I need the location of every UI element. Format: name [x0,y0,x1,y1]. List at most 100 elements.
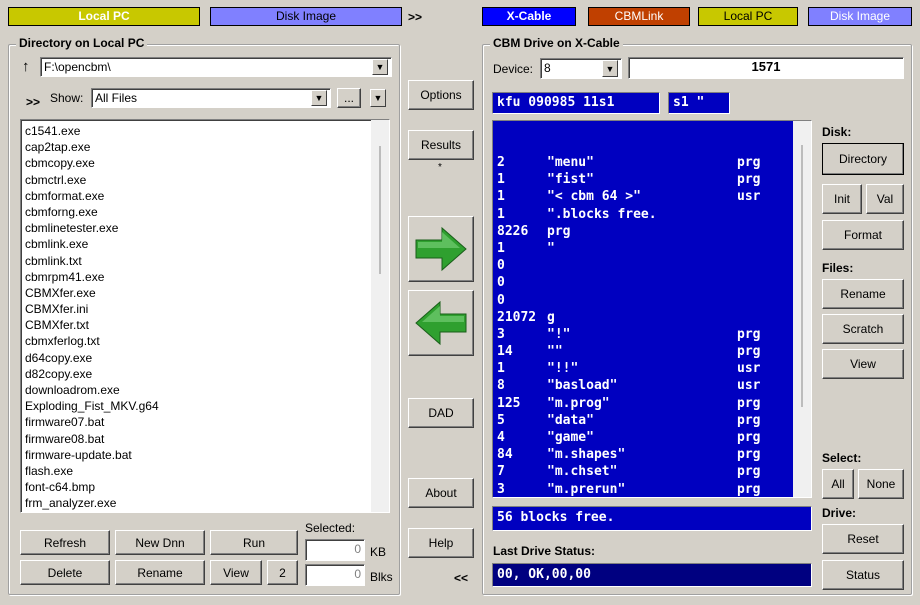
cbm-dir-entry[interactable]: 3 "m.prerun" prg [493,481,811,497]
list-item[interactable]: CBMXfer.txt [21,317,389,333]
cbm-dir-entry[interactable]: 125 "m.prog" prg [493,395,811,412]
show-filter-combo[interactable]: All Files [91,88,331,108]
right-local-pc-mode[interactable]: Local PC [698,7,798,26]
view-cbm-button[interactable]: View [822,349,904,379]
dad-button[interactable]: DAD [408,398,474,428]
list-item[interactable]: cbmlinetester.exe [21,220,389,236]
collapse-arrow[interactable]: << [454,571,468,585]
scrollbar-thumb[interactable] [379,146,381,274]
entry-blocks: 4 [497,430,505,445]
cbm-dir-entry[interactable]: 0 [493,292,811,309]
directory-button[interactable]: Directory [822,143,904,175]
local-list-scrollbar[interactable] [371,120,389,512]
entry-name: "!" [547,326,571,342]
list-item[interactable]: cbmrpm41.exe [21,269,389,285]
left-disk-image-mode[interactable]: Disk Image [210,7,402,26]
local-file-list[interactable]: c1541.exe cap2tap.exe cbmcopy.exe cbmctrl.e… [20,119,390,513]
about-button[interactable]: About [408,478,474,508]
format-button[interactable]: Format [822,220,904,250]
rename-cbm-button[interactable]: Rename [822,279,904,309]
list-item[interactable]: firmware08.bat [21,431,389,447]
cbm-dir-entry[interactable]: 3 "!" prg [493,326,811,343]
chevron-down-icon[interactable]: ▼ [370,89,386,107]
up-arrow-icon[interactable]: ↑ [22,58,30,75]
swap-panels-arrow[interactable]: >> [408,10,422,24]
list-item[interactable]: font-c64.bmp [21,479,389,495]
view-mode-2-button[interactable]: 2 [267,560,298,585]
cbm-dir-entry[interactable]: 1 "!!" usr [493,360,811,377]
cbm-dir-entry[interactable]: 14 "" prg [493,343,811,360]
list-item[interactable]: cbmctrl.exe [21,172,389,188]
local-path-combo[interactable]: F:\opencbm\ [40,57,392,77]
entry-blocks: 3 [497,326,505,342]
list-item[interactable]: cbmformat.exe [21,188,389,204]
select-none-button[interactable]: None [858,469,904,499]
copy-right-button[interactable] [408,216,474,282]
refresh-button[interactable]: Refresh [20,530,110,555]
help-button[interactable]: Help [408,528,474,558]
left-local-pc-mode[interactable]: Local PC [8,7,200,26]
expand-local-arrow[interactable]: >> [26,95,40,109]
cbm-dir-entry[interactable]: 0 [493,274,811,291]
list-item[interactable]: cbmxferlog.txt [21,333,389,349]
cbm-dir-entry[interactable]: 21072 g [493,309,811,326]
chevron-down-icon[interactable]: ▼ [602,60,618,77]
list-item[interactable]: flash.exe [21,463,389,479]
scrollbar-thumb[interactable] [801,145,803,407]
cbm-dir-entry[interactable]: 0 [493,257,811,274]
chevron-down-icon[interactable]: ▼ [372,59,388,75]
cbm-list-scrollbar[interactable] [793,121,811,497]
view-local-button[interactable]: View [210,560,262,585]
cbm-dir-entry[interactable]: 8226 prg [493,223,811,240]
options-button[interactable]: Options [408,80,474,110]
browse-button[interactable]: ... [337,88,361,108]
scratch-button[interactable]: Scratch [822,314,904,344]
init-button[interactable]: Init [822,184,862,214]
cbm-dir-entry[interactable]: 1 " [493,240,811,257]
blks-unit-label: Blks [370,570,393,584]
reset-button[interactable]: Reset [822,524,904,554]
validate-button[interactable]: Val [866,184,904,214]
entry-name: " [547,240,555,256]
xcable-mode[interactable]: X-Cable [482,7,576,26]
copy-left-button[interactable] [408,290,474,356]
list-item[interactable]: Exploding_Fist_MKV.g64 [21,398,389,414]
local-pc-group-title: Directory on Local PC [16,36,148,50]
chevron-down-icon[interactable]: ▼ [311,90,327,106]
right-disk-image-mode[interactable]: Disk Image [808,7,912,26]
cbm-dir-entry[interactable]: 8 "basload" usr [493,377,811,394]
results-button[interactable]: Results [408,130,474,160]
status-button[interactable]: Status [822,560,904,590]
delete-button[interactable]: Delete [20,560,110,585]
entry-name: "basload" [547,378,618,394]
cbm-dir-entry[interactable]: 2 "menu" prg [493,154,811,171]
list-item[interactable]: downloadrom.exe [21,382,389,398]
list-item[interactable]: cap2tap.exe [21,139,389,155]
cbm-dir-entry[interactable]: 84 "m.shapes" prg [493,446,811,463]
cbm-directory-list[interactable]: 2 "menu" prg 1 "fist" prg 1 "< cbm 64 >" usr 1 ".b… [492,120,812,498]
list-item[interactable]: c1541.exe [21,123,389,139]
list-item[interactable]: cbmlink.exe [21,236,389,252]
list-item[interactable]: cbmcopy.exe [21,155,389,171]
cbm-dir-entry[interactable]: 1 ".blocks free. [493,206,811,223]
cbm-dir-entry[interactable]: 1 "< cbm 64 >" usr [493,188,811,205]
cbm-dir-entry[interactable]: 7 "m.chset" prg [493,463,811,480]
list-item[interactable]: cbmforng.exe [21,204,389,220]
list-item[interactable]: d82copy.exe [21,366,389,382]
cbm-dir-entry[interactable]: 1 "fist" prg [493,171,811,188]
list-item[interactable]: CBMXfer.exe [21,285,389,301]
cbm-dir-entry[interactable]: 5 "data" prg [493,412,811,429]
select-all-button[interactable]: All [822,469,854,499]
cbmlink-mode[interactable]: CBMLink [588,7,690,26]
list-item[interactable]: cbmlink.txt [21,253,389,269]
list-item[interactable]: d64copy.exe [21,350,389,366]
run-button[interactable]: Run [210,530,298,555]
rename-local-button[interactable]: Rename [115,560,205,585]
list-item[interactable]: frm_analyzer.exe [21,495,389,511]
cbm-dir-entry[interactable]: 4 "game" prg [493,429,811,446]
list-item[interactable]: CBMXfer.ini [21,301,389,317]
list-item[interactable]: firmware-update.bat [21,447,389,463]
list-item[interactable]: firmware07.bat [21,414,389,430]
new-dir-button[interactable]: New Dnn [115,530,205,555]
entry-blocks: 1 [497,361,505,377]
